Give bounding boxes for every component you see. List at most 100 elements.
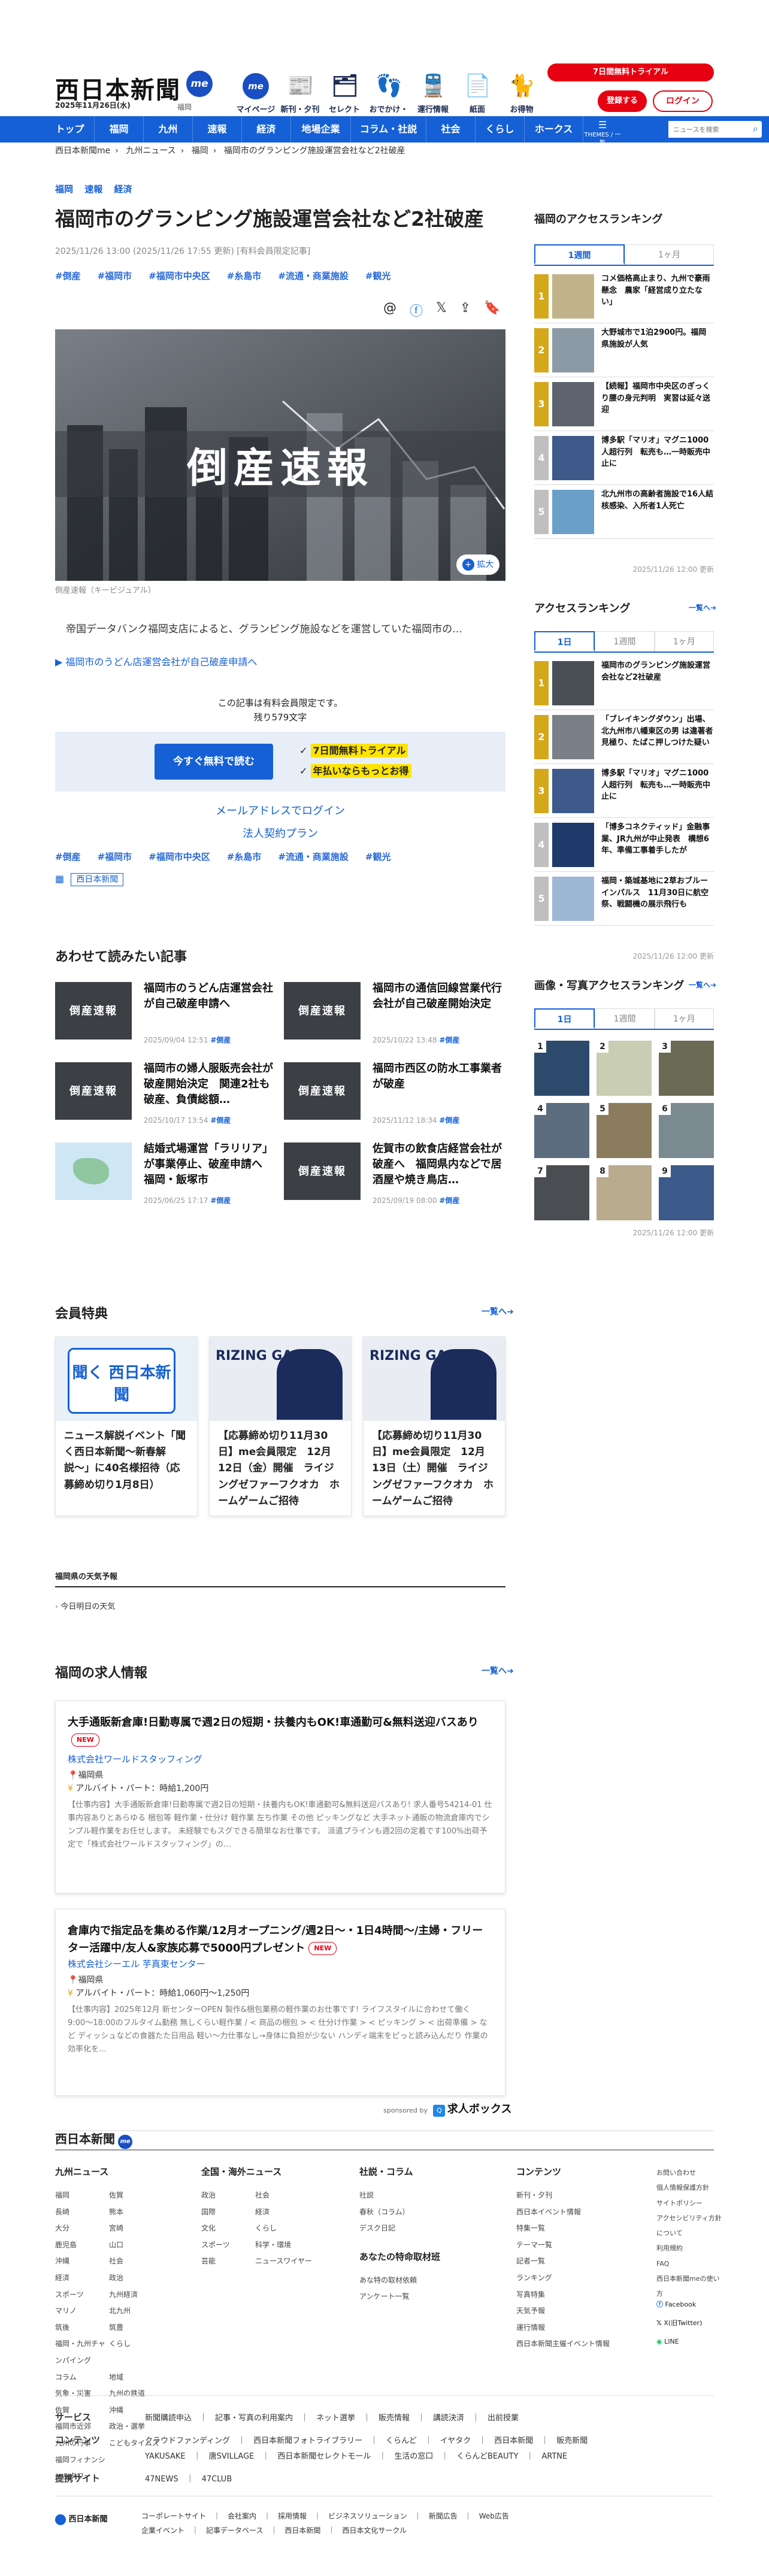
footer-link[interactable]: 運行情報	[516, 2320, 636, 2336]
footer-link[interactable]: 国際	[201, 2204, 255, 2221]
nav-hawks[interactable]: ホークス	[525, 116, 583, 143]
related-card-tag[interactable]: #倒産	[210, 1036, 231, 1044]
line-link[interactable]: ◉ LINE	[656, 2333, 702, 2351]
related-inline-link[interactable]: ▶ 福岡市のうどん店運営会社が自己破産申請へ	[55, 654, 257, 668]
hashtag[interactable]: #福岡市	[98, 851, 132, 862]
footer-link[interactable]: お問い合わせ	[656, 2165, 722, 2180]
footer-link[interactable]: 社会	[109, 2253, 187, 2270]
footer-link[interactable]: 佐賀	[109, 2187, 187, 2204]
footer-link[interactable]: 福岡	[55, 2187, 109, 2204]
footer-link[interactable]: 西日本新聞主催イベント情報	[516, 2336, 636, 2353]
footer-link[interactable]: 経済	[55, 2270, 109, 2287]
weather-link[interactable]: › 今日明日の天気	[55, 1600, 115, 1611]
service-links[interactable]: 新聞購読申込 ｜ 記事・写真の利用案内 ｜ ネット選挙 ｜ 販売情報 ｜ 講読決…	[145, 2414, 519, 2423]
footer-link[interactable]: 天気予報	[516, 2303, 636, 2320]
related-card[interactable]: 結婚式場運営「ラリリア」が事業停止、破産申請へ 福岡・飯塚市 2025/06/25…	[55, 1142, 277, 1208]
footer-link[interactable]: 福岡・九州チャンパイング	[55, 2336, 109, 2369]
access-more[interactable]: 一覧へ➔	[689, 602, 716, 613]
footer-link[interactable]: 筑豊	[109, 2320, 187, 2336]
corp-plan-link[interactable]: 法人契約プラン	[55, 825, 505, 841]
footer-link[interactable]: 写真特集	[516, 2287, 636, 2304]
footer-link[interactable]: 文化	[201, 2220, 255, 2237]
share-icon[interactable]: ⇪	[460, 301, 471, 320]
footer-link[interactable]: アクセシビリティ方針について	[656, 2211, 722, 2241]
tab-week[interactable]: 1週間	[595, 631, 655, 651]
footer-link[interactable]: 九州経済	[109, 2287, 187, 2304]
footer-link[interactable]: 春秋（コラム）	[359, 2204, 491, 2221]
related-card[interactable]: 倒産速報 福岡市の通信回線営業代行会社が自己破産開始決定 2025/10/22 13…	[284, 982, 505, 1048]
footer-link[interactable]: 気象・災害	[55, 2386, 109, 2402]
jobs-more[interactable]: 一覧へ➔	[482, 1665, 514, 1677]
nav-economy[interactable]: 経済	[242, 116, 291, 143]
facebook-link[interactable]: ⓕ Facebook	[656, 2296, 702, 2314]
register-button[interactable]: 登録する	[598, 90, 647, 112]
ranking-item[interactable]: 4 博多駅「マリオ」マグニ1000人超行列 転売も…一時販売中止に	[534, 431, 714, 485]
sponsor-name[interactable]: 求人ボックス	[447, 2103, 511, 2116]
special-item[interactable]: あな特の取材依頼	[359, 2272, 491, 2289]
footer-link[interactable]: 宮崎	[109, 2220, 187, 2237]
photo-thumb[interactable]: 7	[534, 1165, 589, 1220]
photo-thumb[interactable]: 8	[597, 1165, 652, 1220]
photo-thumb[interactable]: 1	[534, 1041, 589, 1096]
related-card-tag[interactable]: #倒産	[439, 1036, 459, 1044]
footer-link[interactable]: テーマ一覧	[516, 2237, 636, 2254]
footer-link[interactable]: 社会	[255, 2187, 333, 2204]
search-box[interactable]: ⌕	[668, 121, 762, 138]
footer-link[interactable]: 鹿児島	[55, 2237, 109, 2254]
nav-kyushu[interactable]: 九州	[144, 116, 193, 143]
photo-more[interactable]: 一覧へ➔	[689, 980, 716, 990]
nav-top[interactable]: トップ	[46, 116, 95, 143]
footer-link[interactable]: 大分	[55, 2220, 109, 2237]
footer-link[interactable]: ニュースワイヤー	[255, 2253, 333, 2270]
tab-day[interactable]: 1日	[534, 1008, 595, 1029]
nav-column[interactable]: コラム・社説	[351, 116, 426, 143]
hashtag[interactable]: #倒産	[55, 271, 81, 281]
related-card-tag[interactable]: #倒産	[210, 1116, 231, 1125]
tab-day[interactable]: 1日	[534, 631, 595, 651]
hashtag[interactable]: #観光	[365, 271, 391, 281]
footer-link[interactable]: スポーツ	[55, 2287, 109, 2304]
nav-fukuoka[interactable]: 福岡	[95, 116, 144, 143]
company-links[interactable]: コーポレートサイト ｜ 会社案内 ｜ 採用情報 ｜ ビジネスソリューション ｜ …	[141, 2509, 509, 2538]
company-logo[interactable]: 西日本新聞	[55, 2513, 108, 2525]
hashtag[interactable]: #観光	[365, 851, 391, 862]
related-card[interactable]: 倒産速報 福岡市の婦人服販売会社が破産開始決定 関連2社も破産、負債総額… 2025…	[55, 1062, 277, 1128]
member-more[interactable]: 一覧へ➔	[482, 1305, 514, 1317]
photo-thumb[interactable]: 4	[534, 1103, 589, 1158]
hashtag[interactable]: #流通・商業施設	[278, 271, 349, 281]
footer-link[interactable]: 北九州	[109, 2303, 187, 2320]
footer-link[interactable]: 山口	[109, 2237, 187, 2254]
related-card[interactable]: 倒産速報 佐賀市の飲食店経営会社が破産へ 福岡県内などで居酒屋や焼き鳥店… 2025…	[284, 1142, 505, 1208]
footer-link[interactable]: くらし	[109, 2336, 187, 2369]
footer-link[interactable]: 九州の鉄道	[109, 2386, 187, 2402]
footer-link[interactable]: ランキング	[516, 2270, 636, 2287]
footer-link[interactable]: 新刊・夕刊	[516, 2187, 636, 2204]
footer-link[interactable]: 経済	[255, 2204, 333, 2221]
tab-week[interactable]: 1週間	[534, 244, 625, 265]
footer-link[interactable]: 西日本イベント情報	[516, 2204, 636, 2221]
special-item[interactable]: アンケート一覧	[359, 2289, 491, 2305]
facebook-icon[interactable]: ⓕ	[410, 301, 423, 320]
related-card[interactable]: 倒産速報 福岡市のうどん店運営会社が自己破産申請へ 2025/09/04 12:51…	[55, 982, 277, 1048]
footer-link[interactable]: 個人情報保護方針	[656, 2180, 722, 2195]
related-card-tag[interactable]: #倒産	[210, 1196, 231, 1205]
x-icon[interactable]: 𝕏	[436, 301, 447, 320]
login-button[interactable]: ログイン	[653, 90, 713, 112]
nav-themes[interactable]: ☰ THEMES / 一覧	[583, 116, 622, 147]
related-card-tag[interactable]: #倒産	[439, 1116, 459, 1125]
tab-month[interactable]: 1ヶ月	[654, 631, 714, 651]
tag-breaking[interactable]: 速報	[84, 184, 102, 195]
tag-fukuoka[interactable]: 福岡	[55, 184, 73, 195]
footer-link[interactable]: 熊本	[109, 2204, 187, 2221]
crumb-kyushu[interactable]: 九州ニュース	[126, 146, 175, 156]
ranking-item[interactable]: 1 福岡市のグランピング施設運営会社など2社破産	[534, 656, 714, 710]
photo-thumb[interactable]: 2	[597, 1041, 652, 1096]
footer-link[interactable]: 特集一覧	[516, 2220, 636, 2237]
footer-link[interactable]: マリノ	[55, 2303, 109, 2320]
photo-thumb[interactable]: 9	[659, 1165, 714, 1220]
x-link[interactable]: 𝕏 X(旧Twitter)	[656, 2314, 702, 2333]
crumb-home[interactable]: 西日本新聞me	[55, 146, 110, 156]
nav-local-company[interactable]: 地場企業	[291, 116, 351, 143]
bookmark-icon[interactable]: 🔖	[484, 301, 500, 320]
footer-link[interactable]: 筑後	[55, 2320, 109, 2336]
